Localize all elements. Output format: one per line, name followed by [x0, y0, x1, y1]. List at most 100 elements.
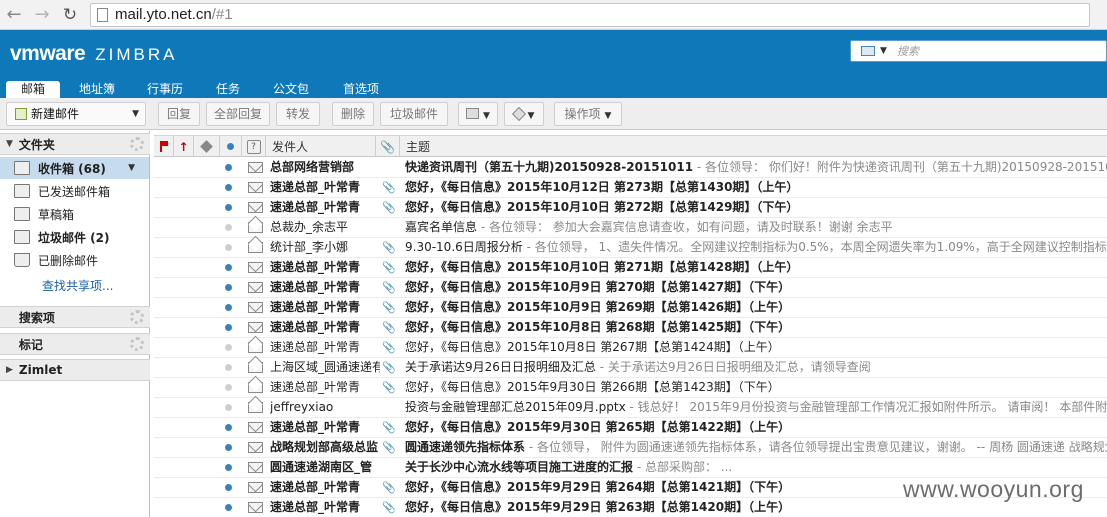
subject-column[interactable]: 主题	[400, 136, 1107, 157]
read-dot-icon[interactable]	[225, 384, 232, 391]
table-row[interactable]: 速递总部_叶常青 📎 您好，《每日信息》2015年10月8日 第267期【总第142…	[154, 338, 1107, 358]
unread-dot-icon[interactable]	[225, 484, 232, 491]
sidebar-item-sent[interactable]: 已发送邮件箱	[14, 180, 110, 202]
unread-dot-icon[interactable]	[225, 304, 232, 311]
searches-header[interactable]: ▶ 搜索项	[0, 306, 150, 328]
gear-icon[interactable]	[130, 137, 144, 151]
unread-dot-icon[interactable]	[225, 444, 232, 451]
search-bar[interactable]: ▼ 搜索	[850, 40, 1107, 62]
tag-button[interactable]: ▼	[504, 102, 544, 126]
attachment-column[interactable]: 📎	[376, 136, 400, 157]
actions-button[interactable]: 操作项 ▼	[554, 102, 622, 126]
tab-briefcase[interactable]: 公文包	[264, 81, 318, 98]
url-host: mail.yto.net.cn	[115, 6, 212, 23]
paperclip-icon: 📎	[382, 381, 396, 394]
sidebar-item-junk[interactable]: 垃圾邮件 (2)	[14, 226, 110, 248]
zimlet-header[interactable]: ▶ Zimlet	[0, 359, 150, 381]
unread-dot-icon[interactable]	[225, 264, 232, 271]
searches-header-label: 搜索项	[18, 310, 55, 325]
reply-button[interactable]: 回复	[158, 102, 200, 126]
tag-icon	[200, 140, 213, 153]
table-row[interactable]: 总部网络营销部 快递资讯周刊（第五十九期)20150928-20151011 - …	[154, 158, 1107, 178]
read-dot-icon[interactable]	[225, 224, 232, 231]
back-arrow-icon[interactable]: ←	[0, 1, 28, 29]
unread-dot-icon[interactable]	[225, 284, 232, 291]
chevron-down-icon[interactable]: ▼	[605, 111, 612, 121]
chevron-down-icon[interactable]: ▼	[128, 163, 135, 173]
tab-mail[interactable]: 邮箱	[6, 81, 60, 98]
envelope-icon[interactable]	[861, 46, 875, 56]
move-button[interactable]: ▼	[458, 102, 498, 126]
row-subject-text: 9.30-10.6日周报分析	[405, 240, 523, 254]
table-row[interactable]: 战略规划部高级总监 📎 圆通速递领先指标体系 - 各位领导， 附件为圆通速递领先指标…	[154, 438, 1107, 458]
table-row[interactable]: 速递总部_叶常青 📎 您好，《每日信息》2015年10月10日 第271期【总第14…	[154, 258, 1107, 278]
tags-header[interactable]: ▶ 标记	[0, 333, 150, 355]
priority-icon: ↑	[178, 139, 189, 154]
table-row[interactable]: 速递总部_叶常青 📎 您好，《每日信息》2015年10月12日 第273期【总第14…	[154, 178, 1107, 198]
read-dot-icon[interactable]	[225, 244, 232, 251]
expand-triangle-icon[interactable]: ▶	[6, 365, 13, 375]
gear-icon[interactable]	[130, 337, 144, 351]
search-input[interactable]: 搜索	[897, 43, 919, 59]
unread-dot-icon[interactable]	[225, 504, 232, 511]
table-row[interactable]: 速递总部_叶常青 📎 您好，《每日信息》2015年10月8日 第268期【总第142…	[154, 318, 1107, 338]
unread-dot-icon[interactable]	[225, 184, 232, 191]
read-dot-icon[interactable]	[225, 364, 232, 371]
unread-dot-icon[interactable]	[225, 204, 232, 211]
envelope-icon	[248, 422, 263, 433]
tab-calendar[interactable]: 行事历	[138, 81, 192, 98]
read-dot-icon[interactable]	[225, 404, 232, 411]
tab-preferences[interactable]: 首选项	[334, 81, 388, 98]
table-row[interactable]: 速递总部_叶常青 📎 您好，《每日信息》2015年9月30日 第265期【总第142…	[154, 418, 1107, 438]
sender-column[interactable]: 发件人	[266, 136, 376, 157]
envelope-icon	[248, 182, 263, 193]
unread-dot-icon[interactable]	[225, 164, 232, 171]
chevron-down-icon[interactable]: ▼	[880, 46, 887, 56]
priority-column[interactable]: ↑	[174, 136, 194, 157]
row-subject: 您好，《每日信息》2015年10月12日 第273期【总第1430期】（上午）	[405, 178, 798, 197]
read-status-column[interactable]	[220, 136, 242, 157]
row-subject: 嘉宾名单信息 - 各位领导： 参加大会嘉宾信息请查收，如有问题，请及时联系！谢谢…	[405, 218, 893, 237]
row-sender: 统计部_李小娜	[270, 240, 349, 254]
delete-button[interactable]: 删除	[332, 102, 374, 126]
new-mail-button[interactable]: 新建邮件 ▼	[6, 102, 146, 126]
chevron-down-icon[interactable]: ▼	[132, 103, 139, 125]
table-row[interactable]: 速递总部_叶常青 📎 您好，《每日信息》2015年9月30日 第266期【总第142…	[154, 378, 1107, 398]
unread-dot-icon[interactable]	[225, 464, 232, 471]
table-row[interactable]: 上海区域_圆通速递有 📎 关于承诺达9月26日日报明细及汇总 - 关于承诺达9月26…	[154, 358, 1107, 378]
unread-dot-icon[interactable]	[225, 324, 232, 331]
table-row[interactable]: 速递总部_叶常青 📎 您好，《每日信息》2015年10月9日 第270期【总第142…	[154, 278, 1107, 298]
reply-all-button[interactable]: 全部回复	[206, 102, 270, 126]
sidebar-item-trash[interactable]: 已删除邮件	[14, 249, 98, 271]
chevron-down-icon[interactable]: ▼	[528, 111, 535, 121]
tab-tasks[interactable]: 任务	[201, 81, 255, 98]
find-shares-link[interactable]: 查找共享项...	[42, 277, 113, 294]
gear-icon[interactable]	[130, 310, 144, 324]
status-column[interactable]: ?	[242, 136, 266, 157]
table-row[interactable]: 速递总部_叶常青 📎 您好，《每日信息》2015年10月10日 第272期【总第14…	[154, 198, 1107, 218]
sent-icon	[14, 184, 30, 198]
row-sender: 速递总部_叶常青	[270, 180, 361, 194]
table-row[interactable]: 统计部_李小娜 📎 9.30-10.6日周报分析 - 各位领导， 1、遗失件情况。全…	[154, 238, 1107, 258]
junk-button[interactable]: 垃圾邮件	[380, 102, 448, 126]
sidebar-item-drafts[interactable]: 草稿箱	[14, 203, 74, 225]
read-dot-icon[interactable]	[225, 344, 232, 351]
table-row[interactable]: 速递总部_叶常青 📎 您好，《每日信息》2015年10月9日 第269期【总第142…	[154, 298, 1107, 318]
table-row[interactable]: 圆通速递湖南区_管 关于长沙中心流水线等项目施工进度的汇报 - 总部采购部： ..…	[154, 458, 1107, 478]
address-bar[interactable]: mail.yto.net.cn/#1	[90, 2, 1090, 27]
row-subject: 您好，《每日信息》2015年10月9日 第270期【总第1427期】（下午）	[405, 278, 790, 297]
message-list-header: ↑ ? 发件人 📎 主题	[154, 135, 1107, 157]
chevron-down-icon[interactable]: ▼	[483, 111, 490, 121]
table-row[interactable]: jeffreyxiao 投资与金融管理部汇总2015年09月.pptx - 钱总好…	[154, 398, 1107, 418]
tab-contacts[interactable]: 地址簿	[70, 81, 124, 98]
folders-header[interactable]: ▼ 文件夹	[0, 133, 150, 155]
flag-column[interactable]	[154, 136, 174, 157]
tag-column[interactable]	[194, 136, 220, 157]
unread-dot-icon[interactable]	[225, 424, 232, 431]
reload-icon[interactable]: ↻	[56, 1, 84, 29]
forward-arrow-icon[interactable]: →	[28, 1, 56, 29]
sidebar-item-inbox[interactable]: 收件箱 (68) ▼	[0, 157, 149, 179]
forward-button[interactable]: 转发	[276, 102, 320, 126]
table-row[interactable]: 总裁办_余志平 嘉宾名单信息 - 各位领导： 参加大会嘉宾信息请查收，如有问题，请…	[154, 218, 1107, 238]
collapse-triangle-icon[interactable]: ▼	[6, 139, 13, 149]
